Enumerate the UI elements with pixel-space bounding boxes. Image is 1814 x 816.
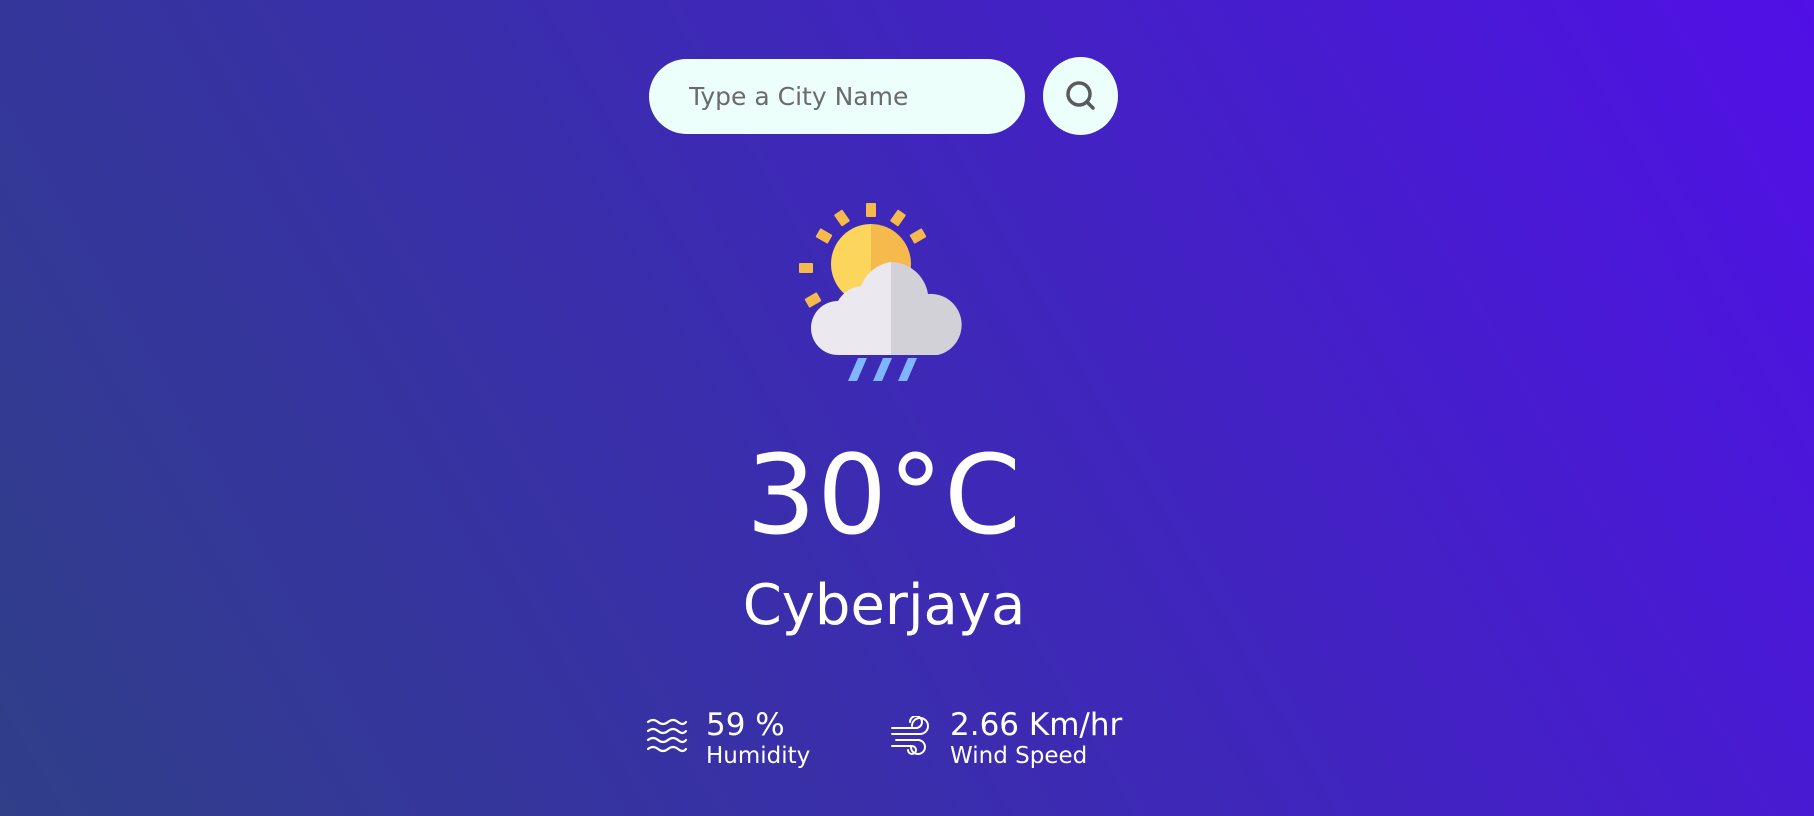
city-search-input[interactable]: [687, 81, 1025, 112]
humidity-waves-icon: [646, 718, 688, 753]
wind-detail: 2.66 Km/hr Wind Speed: [890, 708, 1122, 772]
city-name: Cyberjaya: [742, 573, 1026, 638]
wind-speed-label: Wind Speed: [950, 743, 1088, 770]
humidity-detail: 59 % Humidity: [646, 708, 810, 772]
wind-icon: [891, 716, 929, 755]
search-icon: [1065, 81, 1095, 110]
humidity-label: Humidity: [706, 743, 811, 770]
search-button[interactable]: [1043, 57, 1118, 135]
sun-cloud-rain-icon: [799, 203, 962, 381]
humidity-value: 59 %: [706, 707, 785, 743]
wind-speed-value: 2.66 Km/hr: [950, 707, 1123, 743]
temperature-readout: 30°C: [746, 431, 1022, 559]
humidity-text: 59 % Humidity: [706, 708, 810, 772]
wind-text: 2.66 Km/hr Wind Speed: [950, 708, 1122, 772]
search-box[interactable]: [649, 59, 1025, 134]
